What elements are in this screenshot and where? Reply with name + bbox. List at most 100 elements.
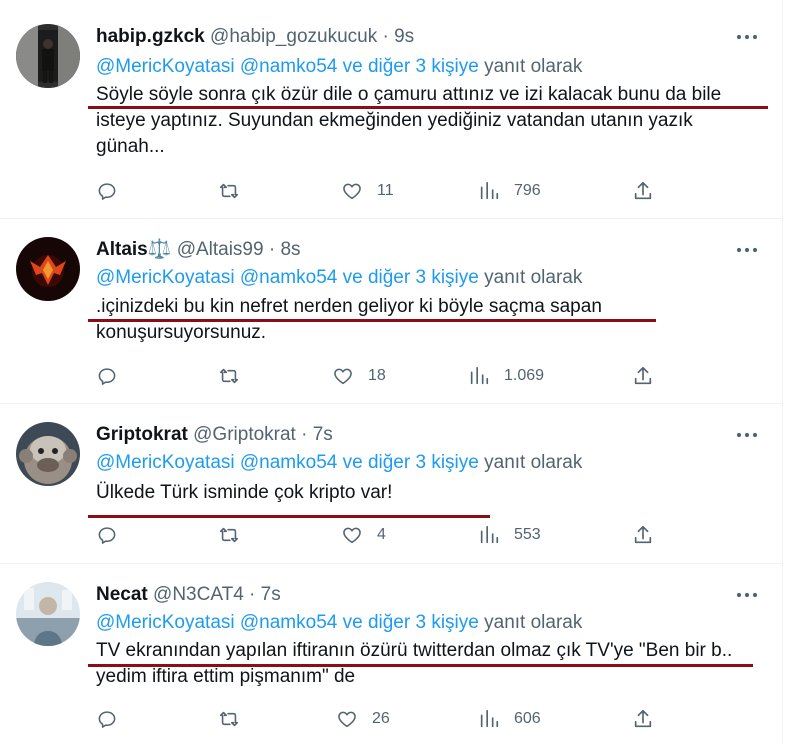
reply-button[interactable] bbox=[96, 522, 118, 548]
user-handle[interactable]: @habip_gozukucuk bbox=[210, 26, 377, 47]
reply-suffix: yanıt olarak bbox=[484, 267, 583, 288]
reply-suffix: yanıt olarak bbox=[484, 612, 583, 633]
share-button[interactable] bbox=[632, 522, 654, 548]
reply-mentions[interactable]: @MericKoyatasi @namko54 ve diğer 3 kişiy… bbox=[96, 612, 479, 633]
avatar[interactable] bbox=[16, 422, 80, 486]
replying-to: @MericKoyatasi @namko54 ve diğer 3 kişiy… bbox=[96, 54, 582, 80]
user-handle[interactable]: @Altais99 bbox=[177, 239, 264, 260]
view-count: 796 bbox=[514, 182, 541, 199]
heart-icon bbox=[343, 527, 361, 544]
like-count: 4 bbox=[377, 526, 386, 543]
retweet-icon bbox=[219, 711, 239, 727]
reply-mentions[interactable]: @MericKoyatasi @namko54 ve diğer 3 kişiy… bbox=[96, 56, 479, 77]
avatar[interactable] bbox=[16, 24, 80, 88]
action-bar: 11 796 bbox=[96, 178, 666, 204]
tweet-header: Altais⚖️ @Altais99 · 8s bbox=[96, 237, 301, 263]
user-handle[interactable]: @N3CAT4 bbox=[153, 584, 244, 605]
tweet-card[interactable]: Necat @N3CAT4 · 7s @MericKoyatasi @namko… bbox=[0, 564, 783, 744]
more-icon[interactable] bbox=[735, 27, 759, 47]
more-icon[interactable] bbox=[735, 585, 759, 605]
timestamp[interactable]: 9s bbox=[394, 26, 414, 47]
like-count: 18 bbox=[368, 367, 386, 384]
reply-button[interactable] bbox=[96, 178, 118, 204]
timestamp[interactable]: 7s bbox=[261, 584, 281, 605]
reply-button[interactable] bbox=[96, 706, 118, 732]
views-icon bbox=[480, 181, 499, 200]
reply-feed: habip.gzkck @habip_gozukucuk · 9s @Meric… bbox=[0, 0, 783, 744]
like-button[interactable]: 4 bbox=[341, 522, 386, 548]
like-count: 26 bbox=[372, 710, 390, 727]
heart-icon bbox=[334, 368, 352, 385]
tweet-header: Griptokrat @Griptokrat · 7s bbox=[96, 422, 333, 448]
tweet-card[interactable]: habip.gzkck @habip_gozukucuk · 9s @Meric… bbox=[0, 0, 783, 219]
retweet-button[interactable] bbox=[218, 706, 240, 732]
reply-icon bbox=[98, 527, 116, 544]
heart-icon bbox=[338, 711, 356, 728]
separator-dot: · bbox=[301, 424, 308, 445]
separator-dot: · bbox=[249, 584, 256, 605]
tweet-text: Söyle söyle sonra çık özür dile o çamuru… bbox=[96, 84, 722, 157]
avatar[interactable] bbox=[16, 582, 80, 646]
views-button[interactable]: 606 bbox=[478, 706, 541, 732]
tweet-card[interactable]: Griptokrat @Griptokrat · 7s @MericKoyata… bbox=[0, 404, 783, 564]
heart-icon bbox=[343, 183, 361, 200]
share-button[interactable] bbox=[632, 706, 654, 732]
views-button[interactable]: 796 bbox=[478, 178, 541, 204]
replying-to: @MericKoyatasi @namko54 ve diğer 3 kişiy… bbox=[96, 265, 582, 291]
display-name[interactable]: habip.gzkck bbox=[96, 26, 205, 47]
tweet-text: Ülkede Türk isminde çok kripto var! bbox=[96, 482, 393, 503]
replying-to: @MericKoyatasi @namko54 ve diğer 3 kişiy… bbox=[96, 610, 582, 636]
action-bar: 4 553 bbox=[96, 522, 666, 548]
view-count: 606 bbox=[514, 710, 541, 727]
like-button[interactable]: 18 bbox=[332, 363, 386, 389]
share-icon bbox=[634, 709, 652, 728]
like-button[interactable]: 26 bbox=[336, 706, 390, 732]
annotation-underline bbox=[88, 515, 490, 518]
annotation-underline bbox=[88, 319, 656, 322]
view-count: 553 bbox=[514, 526, 541, 543]
more-icon[interactable] bbox=[735, 240, 759, 260]
retweet-button[interactable] bbox=[218, 522, 240, 548]
views-button[interactable]: 1.069 bbox=[468, 363, 544, 389]
action-bar: 26 606 bbox=[96, 706, 666, 732]
views-icon bbox=[470, 366, 489, 385]
replying-to: @MericKoyatasi @namko54 ve diğer 3 kişiy… bbox=[96, 450, 582, 476]
reply-button[interactable] bbox=[96, 363, 118, 389]
retweet-icon bbox=[219, 368, 239, 384]
retweet-icon bbox=[219, 527, 239, 543]
share-icon bbox=[634, 525, 652, 544]
reply-icon bbox=[98, 711, 116, 728]
action-bar: 18 1.069 bbox=[96, 363, 666, 389]
tweet-card[interactable]: Altais⚖️ @Altais99 · 8s @MericKoyatasi @… bbox=[0, 219, 783, 404]
view-count: 1.069 bbox=[504, 367, 545, 384]
retweet-icon bbox=[219, 183, 239, 199]
share-button[interactable] bbox=[632, 363, 654, 389]
display-name[interactable]: Necat bbox=[96, 584, 148, 605]
like-button[interactable]: 11 bbox=[341, 178, 394, 204]
reply-mentions[interactable]: @MericKoyatasi @namko54 ve diğer 3 kişiy… bbox=[96, 267, 479, 288]
views-icon bbox=[480, 525, 499, 544]
share-icon bbox=[634, 366, 652, 385]
display-name[interactable]: Altais⚖️ bbox=[96, 239, 171, 260]
views-button[interactable]: 553 bbox=[478, 522, 541, 548]
reply-icon bbox=[98, 368, 116, 385]
share-button[interactable] bbox=[632, 178, 654, 204]
retweet-button[interactable] bbox=[218, 178, 240, 204]
separator-dot: · bbox=[382, 26, 389, 47]
reply-suffix: yanıt olarak bbox=[484, 452, 583, 473]
separator-dot: · bbox=[268, 239, 276, 260]
user-handle[interactable]: @Griptokrat bbox=[193, 424, 296, 445]
reply-icon bbox=[98, 183, 116, 200]
timestamp[interactable]: 7s bbox=[313, 424, 333, 445]
more-icon[interactable] bbox=[735, 425, 759, 445]
like-count: 11 bbox=[377, 182, 394, 199]
reply-mentions[interactable]: @MericKoyatasi @namko54 ve diğer 3 kişiy… bbox=[96, 452, 479, 473]
avatar[interactable] bbox=[16, 237, 80, 301]
share-icon bbox=[634, 181, 652, 200]
timestamp[interactable]: 8s bbox=[280, 239, 300, 260]
annotation-underline bbox=[88, 664, 753, 667]
tweet-header: habip.gzkck @habip_gozukucuk · 9s bbox=[96, 24, 414, 50]
retweet-button[interactable] bbox=[218, 363, 240, 389]
views-icon bbox=[480, 709, 499, 728]
display-name[interactable]: Griptokrat bbox=[96, 424, 188, 445]
